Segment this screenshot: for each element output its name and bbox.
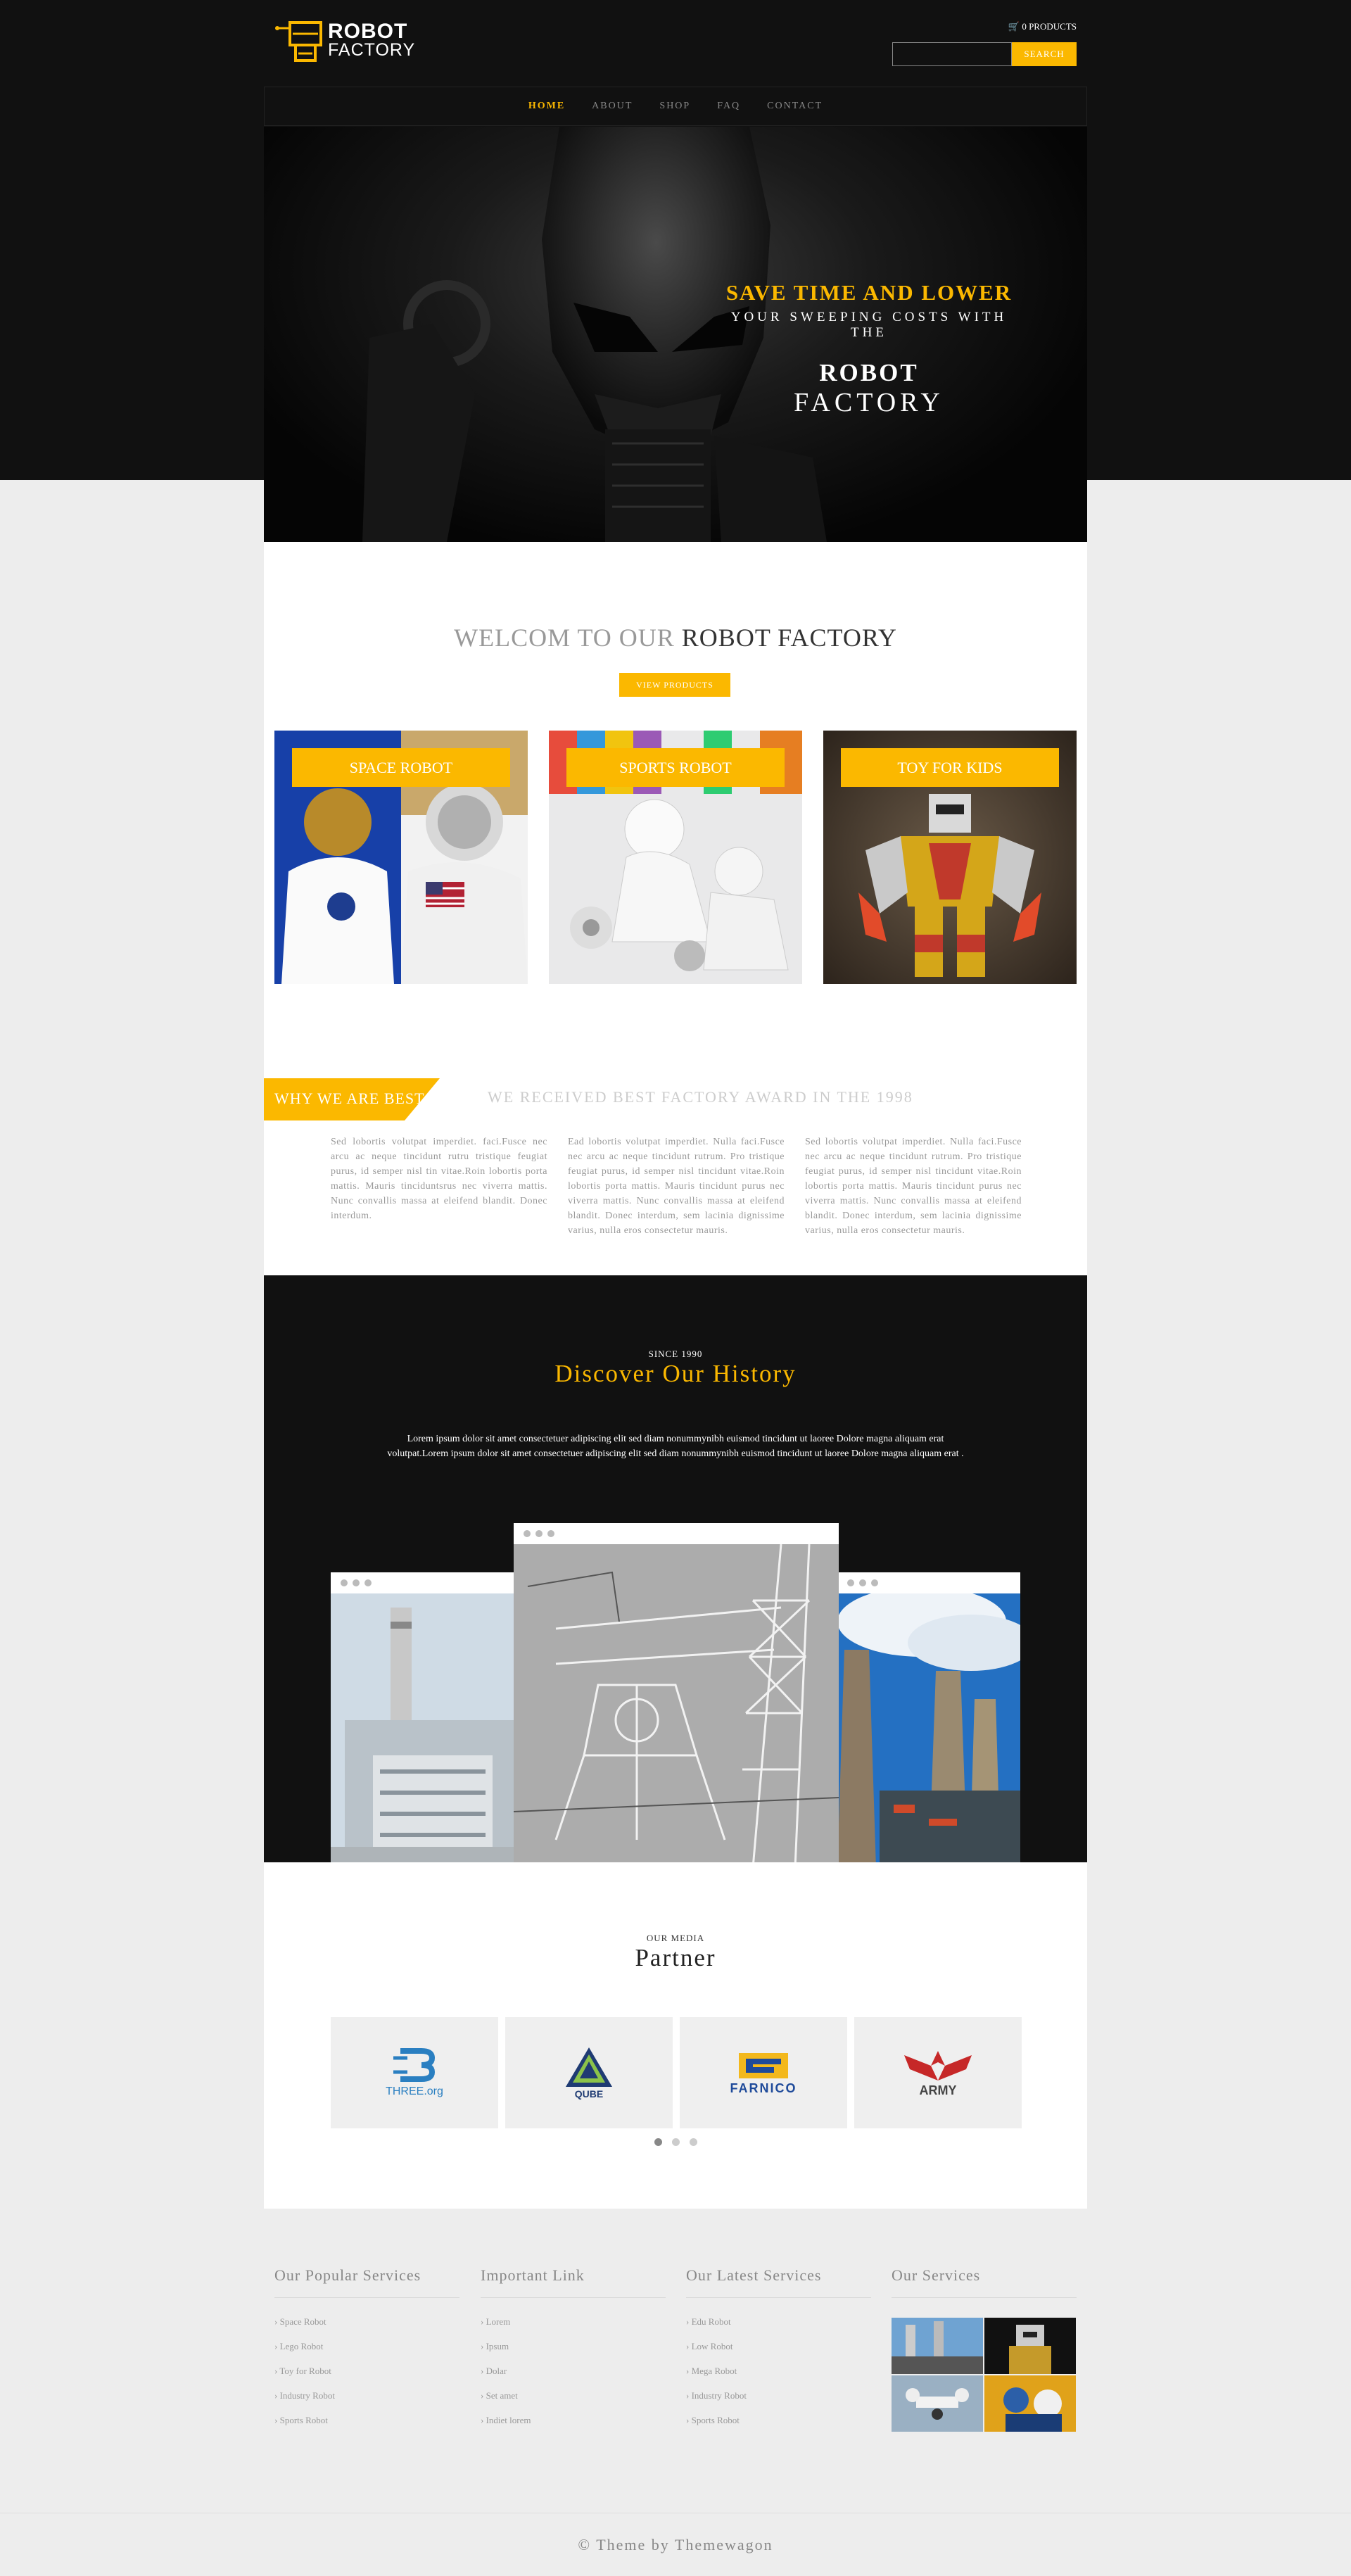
footer-link[interactable]: Toy for Robot	[274, 2359, 459, 2383]
farnico-logo-icon	[739, 2052, 788, 2078]
search-form: SEARCH	[892, 42, 1077, 66]
logo-line2: FACTORY	[328, 40, 416, 60]
category-label: SPORTS ROBOT	[566, 748, 785, 787]
partner-name: ARMY	[919, 2083, 957, 2097]
service-thumbnail[interactable]	[892, 2318, 983, 2374]
footer-link[interactable]: Dolar	[481, 2359, 666, 2383]
footer-link[interactable]: Indiet lorem	[481, 2408, 666, 2432]
footer-link[interactable]: Sports Robot	[274, 2408, 459, 2432]
copyright: © Theme by Themewagon	[0, 2513, 1351, 2576]
history-frame-left	[331, 1572, 521, 1862]
award-heading: WE RECEIVED BEST FACTORY AWARD IN THE 19…	[488, 1088, 913, 1106]
hero-line1: SAVE TIME AND LOWER	[725, 280, 1013, 305]
why-column: Ead lobortis volutpat imperdiet. Nulla f…	[568, 1137, 785, 1236]
service-thumbnail[interactable]	[984, 2318, 1076, 2374]
nav-shop[interactable]: SHOP	[659, 101, 690, 112]
window-dots	[331, 1572, 521, 1593]
robot-logo-icon	[274, 18, 324, 63]
partner-name: FARNICO	[730, 2081, 797, 2095]
service-thumbnail[interactable]	[984, 2375, 1076, 2432]
history-kicker: SINCE 1990	[648, 1349, 703, 1359]
hero-line3: ROBOT	[819, 359, 919, 386]
category-label: TOY FOR KIDS	[841, 748, 1059, 787]
history-frame-right	[837, 1572, 1034, 1862]
hero-line4: FACTORY	[794, 388, 944, 417]
vintage-factory-image	[513, 1543, 839, 1862]
search-input[interactable]	[892, 42, 1012, 66]
carousel-dots	[654, 2138, 697, 2146]
header: ROBOT FACTORY 🛒 0 PRODUCTS SEARCH	[264, 0, 1087, 84]
main-nav: HOME ABOUT SHOP FAQ CONTACT	[264, 87, 1087, 126]
footer-our-services: Our Services	[892, 2266, 1077, 2432]
hero-line2: YOUR SWEEPING COSTS WITH THE	[730, 310, 1008, 340]
partner-name: THREE.org	[386, 2085, 443, 2097]
partner-title: Partner	[635, 1944, 716, 1971]
category-card-sports[interactable]: SPORTS ROBOT	[549, 731, 802, 984]
welcome-title-light: WELCOM TO OUR	[454, 624, 682, 652]
footer-link[interactable]: Sports Robot	[686, 2408, 871, 2432]
welcome-title: WELCOM TO OUR ROBOT FACTORY	[264, 623, 1087, 652]
category-card-toy[interactable]: TOY FOR KIDS	[823, 731, 1077, 984]
view-products-button[interactable]: VIEW PRODUCTS	[619, 673, 730, 697]
carousel-dot[interactable]	[690, 2138, 697, 2146]
footer-heading: Our Services	[892, 2266, 1077, 2298]
footer-link[interactable]: Lorem	[481, 2309, 666, 2334]
partner-logo-farnico[interactable]: FARNICO	[680, 2017, 847, 2128]
service-thumbnail[interactable]	[892, 2375, 983, 2432]
power-plant-image	[331, 1593, 521, 1862]
partner-kicker: OUR MEDIA	[646, 1933, 705, 1943]
footer-link[interactable]: Industry Robot	[274, 2383, 459, 2408]
window-dots	[837, 1572, 1020, 1593]
footer-link[interactable]: Low Robot	[686, 2334, 871, 2359]
footer-heading: Our Latest Services	[686, 2266, 871, 2298]
partner-logo-qube[interactable]: QUBE	[505, 2017, 673, 2128]
search-button[interactable]: SEARCH	[1012, 42, 1077, 66]
three-logo-icon	[393, 2048, 436, 2082]
footer: Our Popular Services Space Robot Lego Ro…	[264, 2266, 1087, 2463]
nav-home[interactable]: HOME	[528, 101, 565, 112]
footer-heading: Our Popular Services	[274, 2266, 459, 2298]
footer-link[interactable]: Ipsum	[481, 2334, 666, 2359]
nav-contact[interactable]: CONTACT	[767, 101, 823, 112]
category-label: SPACE ROBOT	[292, 748, 510, 787]
partner-logo-three[interactable]: THREE.org	[331, 2017, 498, 2128]
footer-link[interactable]: Set amet	[481, 2383, 666, 2408]
partner-name: QUBE	[574, 2088, 604, 2100]
footer-latest-services: Our Latest Services Edu Robot Low Robot …	[686, 2266, 871, 2432]
footer-link[interactable]: Lego Robot	[274, 2334, 459, 2359]
history-section: SINCE 1990 Discover Our History Lorem ip…	[264, 1275, 1087, 1862]
smokestack-image	[837, 1586, 1034, 1862]
history-description: Lorem ipsum dolor sit amet consectetuer …	[387, 1434, 964, 1459]
qube-logo-icon	[566, 2047, 612, 2087]
history-frame-center	[513, 1523, 839, 1862]
carousel-dot[interactable]	[654, 2138, 662, 2146]
nav-faq[interactable]: FAQ	[717, 101, 740, 112]
footer-link[interactable]: Edu Robot	[686, 2309, 871, 2334]
why-column: Sed lobortis volutpat imperdiet. Nulla f…	[805, 1137, 1022, 1236]
nav-about[interactable]: ABOUT	[592, 101, 633, 112]
category-card-space[interactable]: SPACE ROBOT	[274, 731, 528, 984]
cart-link[interactable]: 🛒 0 PRODUCTS	[1008, 21, 1077, 32]
logo[interactable]: ROBOT FACTORY	[274, 18, 415, 63]
history-title: Discover Our History	[554, 1360, 797, 1387]
welcome-title-dark: ROBOT FACTORY	[681, 624, 897, 652]
why-we-are-best-tag: WHY WE ARE BEST	[264, 1078, 440, 1120]
cart-icon: 🛒	[1008, 21, 1020, 32]
partner-section: OUR MEDIA Partner THREE.org QUBE FARNICO…	[264, 1862, 1087, 2209]
why-column: Sed lobortis volutpat imperdiet. faci.Fu…	[331, 1137, 547, 1221]
hero-banner: SAVE TIME AND LOWER YOUR SWEEPING COSTS …	[264, 127, 1087, 542]
footer-link[interactable]: Industry Robot	[686, 2383, 871, 2408]
partner-logo-army[interactable]: ARMY	[854, 2017, 1022, 2128]
footer-popular-services: Our Popular Services Space Robot Lego Ro…	[274, 2266, 459, 2432]
footer-link[interactable]: Space Robot	[274, 2309, 459, 2334]
carousel-dot[interactable]	[672, 2138, 680, 2146]
welcome-section: WELCOM TO OUR ROBOT FACTORY VIEW PRODUCT…	[264, 542, 1087, 1275]
footer-important-links: Important Link Lorem Ipsum Dolar Set ame…	[481, 2266, 666, 2432]
window-dots	[514, 1523, 839, 1544]
footer-heading: Important Link	[481, 2266, 666, 2298]
army-logo-icon	[904, 2050, 972, 2081]
logo-line1: ROBOT	[328, 20, 408, 43]
footer-link[interactable]: Mega Robot	[686, 2359, 871, 2383]
cart-count: 0 PRODUCTS	[1022, 21, 1077, 32]
